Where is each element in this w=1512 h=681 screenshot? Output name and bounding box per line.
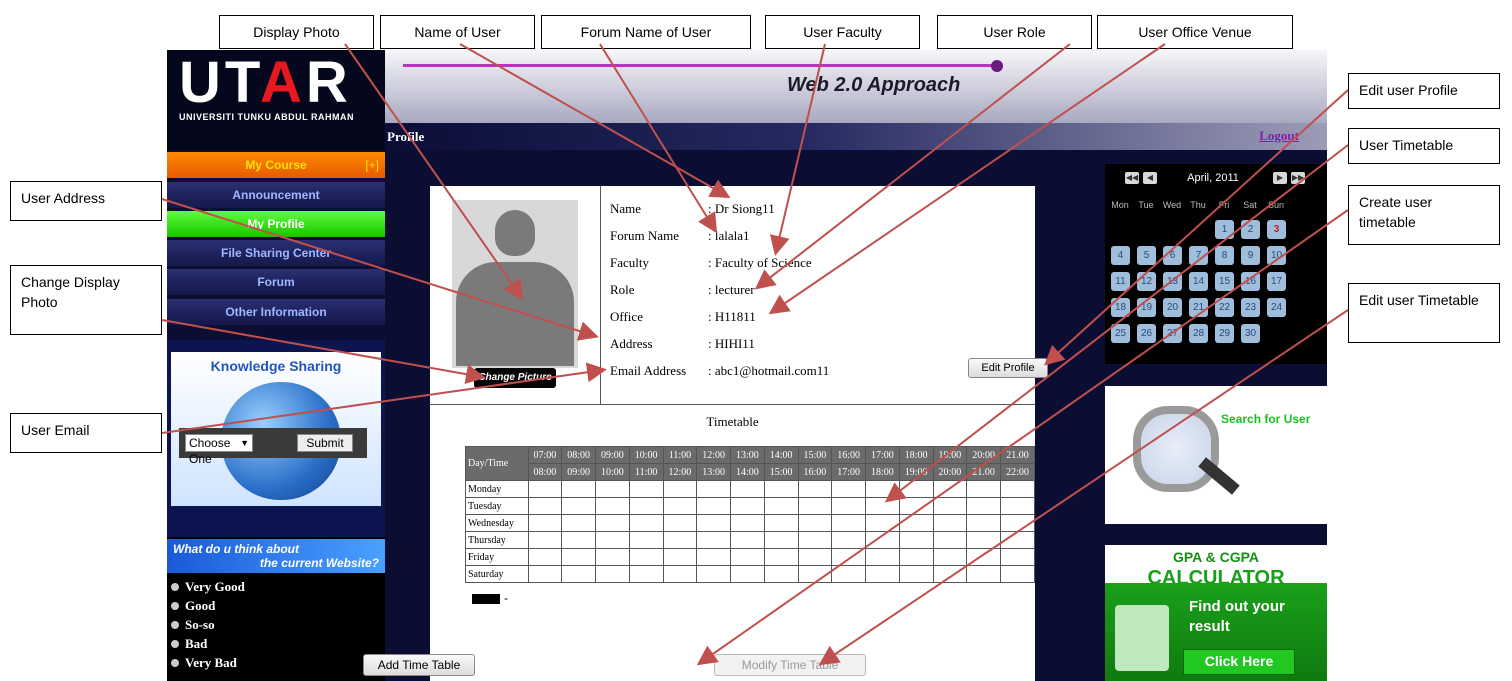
arrow-forum-name	[599, 43, 718, 234]
arrow-change-photo	[161, 319, 486, 385]
arrow-display-photo	[344, 43, 524, 301]
arrow-user-faculty	[769, 43, 826, 256]
arrow-user-timetable	[884, 144, 1349, 503]
arrow-name-of-user	[459, 43, 731, 198]
arrow-create-timetable	[696, 209, 1349, 666]
arrow-user-role	[754, 43, 1071, 290]
arrow-user-address	[161, 198, 599, 341]
arrow-user-email	[161, 362, 607, 434]
arrow-edit-timetable	[818, 309, 1349, 666]
annotation-arrows	[161, 43, 1349, 666]
arrow-office-venue	[768, 43, 1166, 315]
arrow-edit-profile	[1044, 89, 1349, 366]
